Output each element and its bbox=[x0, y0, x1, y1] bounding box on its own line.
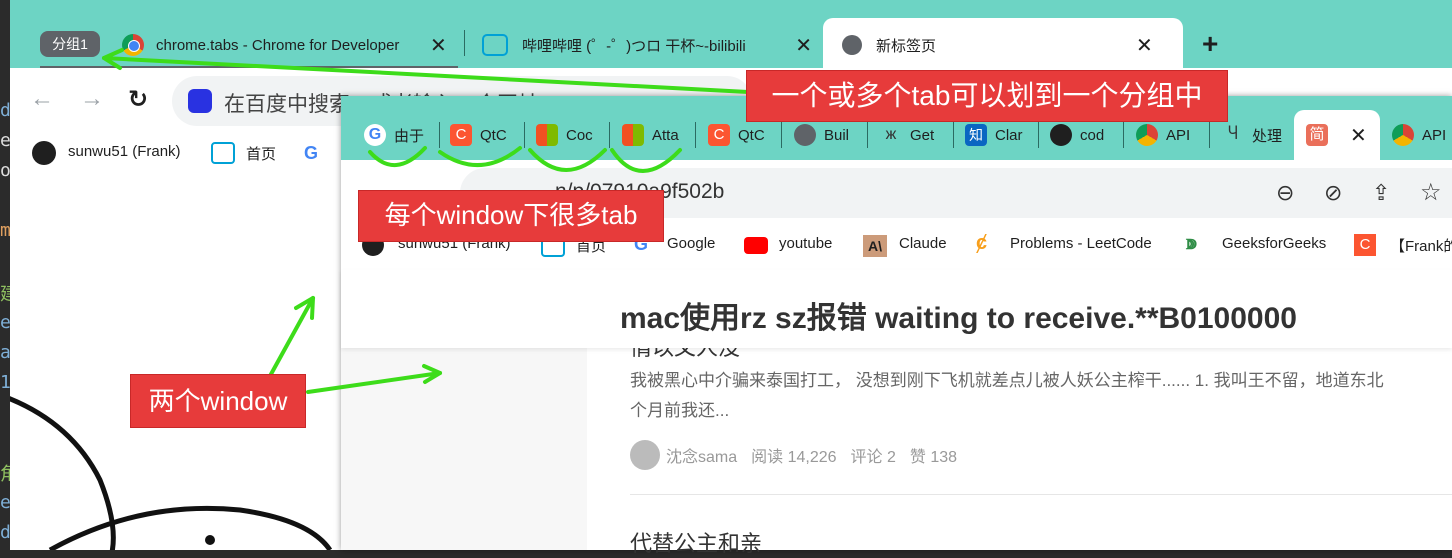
arrow-to-window1 bbox=[268, 296, 315, 378]
arrow-to-group-chip bbox=[102, 56, 750, 94]
annotation-windows-label: 两个window bbox=[130, 374, 306, 428]
tab-underline-scribble-4 bbox=[610, 148, 682, 173]
annotation-tabs-label: 每个window下很多tab bbox=[358, 190, 664, 242]
tab-underline-scribble-2 bbox=[438, 146, 522, 167]
tab-underline-scribble-1 bbox=[368, 146, 427, 168]
tab-underline-scribble-3 bbox=[528, 148, 607, 172]
annotation-arrows bbox=[102, 48, 750, 394]
arrow-to-window2 bbox=[306, 371, 442, 394]
annotation-group-label: 一个或多个tab可以划到一个分组中 bbox=[746, 70, 1228, 122]
